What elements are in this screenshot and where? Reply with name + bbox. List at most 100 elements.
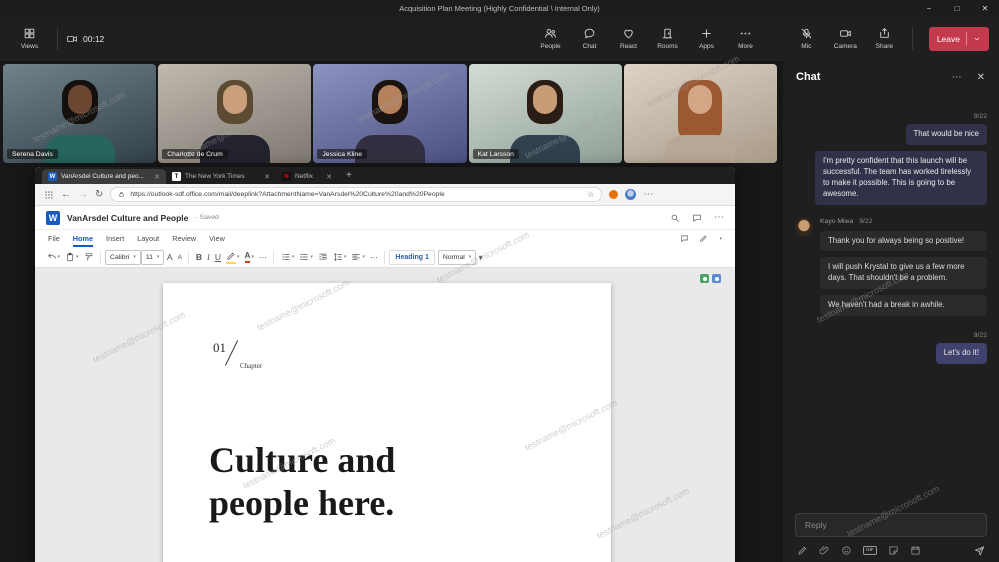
editing-chevron-icon[interactable]: ▾	[719, 236, 722, 242]
coauthor-flag-blue[interactable]	[712, 274, 721, 283]
leave-button[interactable]: Leave	[929, 27, 989, 51]
align-button[interactable]: ▾	[349, 249, 368, 265]
tab-review[interactable]: Review	[172, 234, 196, 243]
word-more-icon[interactable]: ⋯	[714, 213, 724, 223]
divider	[188, 251, 189, 264]
grow-font-button[interactable]: A	[164, 249, 175, 265]
browser-profile-avatar[interactable]	[625, 189, 636, 200]
line-spacing-button[interactable]: ▾	[330, 249, 349, 265]
comment-icon[interactable]	[680, 234, 689, 243]
window-titlebar: Acquisition Plan Meeting (Highly Confide…	[0, 0, 999, 16]
gif-icon[interactable]: GIF	[863, 546, 877, 556]
mic-button[interactable]: Mic	[787, 27, 826, 50]
style-normal-select[interactable]: Normal ▾	[438, 250, 476, 265]
send-icon[interactable]	[974, 545, 985, 556]
indent-button[interactable]	[315, 249, 330, 265]
font-size-select[interactable]: 11 ▾	[141, 250, 165, 265]
styles-gallery-chevron[interactable]: ▾	[476, 249, 485, 265]
undo-button[interactable]: ▾	[44, 249, 63, 265]
tab-home[interactable]: Home	[73, 230, 93, 247]
chat-more-icon[interactable]: ⋯	[952, 72, 962, 83]
maximize-button[interactable]: □	[943, 0, 971, 16]
format-icon[interactable]	[797, 545, 808, 556]
underline-button[interactable]: U	[212, 249, 223, 265]
search-icon[interactable]	[670, 213, 680, 223]
numbering-button[interactable]: ▾	[297, 249, 316, 265]
share-label: Share	[876, 43, 893, 50]
extension-icon[interactable]	[609, 190, 618, 199]
people-button[interactable]: People	[531, 27, 570, 50]
style-heading1-chip[interactable]: Heading 1	[389, 250, 434, 265]
browser-tab-nytimes[interactable]: T The New York Times ✕	[166, 169, 276, 184]
chat-close-icon[interactable]: ✕	[977, 72, 985, 83]
format-painter-button[interactable]	[81, 249, 96, 265]
tab-close-icon[interactable]: ✕	[264, 173, 270, 181]
compose-actions: GIF	[795, 537, 987, 556]
video-tile-serena[interactable]: Serena Davis	[3, 64, 156, 163]
netflix-favicon: N	[282, 172, 291, 181]
apps-button[interactable]: Apps	[687, 27, 726, 50]
back-button[interactable]: ←	[61, 190, 71, 200]
video-tile-jessica[interactable]: Jessica Kline	[313, 64, 466, 163]
avatar-kayo-miwa[interactable]	[795, 218, 813, 236]
shrink-font-button[interactable]: A	[175, 249, 184, 265]
meeting-timer: 00:12	[66, 33, 104, 45]
shared-browser-window: W VanArsdel Culture and peo... ✕ T The N…	[35, 167, 735, 562]
sticker-icon[interactable]	[888, 545, 899, 556]
reply-input[interactable]	[795, 513, 987, 537]
more-label: More	[738, 43, 753, 50]
tab-close-icon[interactable]: ✕	[154, 173, 160, 181]
document-page[interactable]: 01 Chapter Culture and people here.	[163, 283, 611, 562]
people-label: People	[540, 43, 560, 50]
forward-button[interactable]: →	[78, 190, 88, 200]
tab-layout[interactable]: Layout	[137, 234, 159, 243]
window-controls: − □ ✕	[915, 0, 999, 16]
favorite-star-icon[interactable]: ☆	[587, 190, 594, 199]
share-icon	[878, 27, 891, 40]
font-name-select[interactable]: Calibri ▾	[105, 250, 141, 265]
participant-name-label: Kat Larsson	[473, 149, 519, 159]
schedule-icon[interactable]	[910, 545, 921, 556]
more-button[interactable]: More	[726, 27, 765, 50]
video-tile-charlotte[interactable]: Charlotte de Crum	[158, 64, 311, 163]
comments-icon[interactable]	[692, 213, 702, 223]
tab-view[interactable]: View	[209, 234, 225, 243]
coauthor-flag-green[interactable]	[700, 274, 709, 283]
minimize-button[interactable]: −	[915, 0, 943, 16]
tab-insert[interactable]: Insert	[106, 234, 124, 243]
document-title[interactable]: VanArsdel Culture and People	[67, 213, 188, 223]
chat-button[interactable]: Chat	[570, 27, 609, 50]
tab-close-icon[interactable]: ✕	[326, 173, 332, 181]
bullets-button[interactable]: ▾	[278, 249, 297, 265]
rooms-button[interactable]: Rooms	[648, 27, 687, 50]
paragraph-overflow-button[interactable]: ⋯	[367, 249, 380, 265]
highlight-button[interactable]: ▾	[224, 249, 243, 265]
react-button[interactable]: React	[609, 27, 648, 50]
emoji-icon[interactable]	[841, 545, 852, 556]
italic-button[interactable]: I	[205, 249, 213, 265]
divider	[912, 28, 913, 50]
views-button[interactable]: Views	[10, 27, 49, 50]
refresh-button[interactable]: ↻	[95, 190, 103, 200]
paste-button[interactable]: ▾	[63, 249, 82, 265]
browser-tab-vanarsdel[interactable]: W VanArsdel Culture and peo... ✕	[42, 169, 166, 184]
close-button[interactable]: ✕	[971, 0, 999, 16]
rooms-door-icon	[661, 27, 674, 40]
react-heart-icon	[622, 27, 635, 40]
editing-pen-icon[interactable]	[699, 234, 708, 243]
camera-button[interactable]: Camera	[826, 27, 865, 50]
font-color-button[interactable]: A ▾	[242, 249, 256, 265]
browser-tab-netflix[interactable]: N Netflix ✕	[276, 169, 338, 184]
new-tab-button[interactable]: +	[346, 170, 352, 181]
apps-waffle-icon[interactable]	[44, 190, 54, 200]
browser-menu-icon[interactable]: ⋯	[643, 190, 653, 200]
video-tile-5[interactable]	[624, 64, 777, 163]
share-button[interactable]: Share	[865, 27, 904, 50]
font-overflow-button[interactable]: ⋯	[256, 249, 269, 265]
video-tile-kat[interactable]: Kat Larsson	[469, 64, 622, 163]
address-bar[interactable]: https://outlook-sdf.office.com/mail/deep…	[110, 187, 602, 202]
leave-options-chevron-icon[interactable]	[973, 35, 981, 43]
bold-button[interactable]: B	[193, 249, 204, 265]
tab-file[interactable]: File	[48, 234, 60, 243]
attach-icon[interactable]	[819, 545, 830, 556]
